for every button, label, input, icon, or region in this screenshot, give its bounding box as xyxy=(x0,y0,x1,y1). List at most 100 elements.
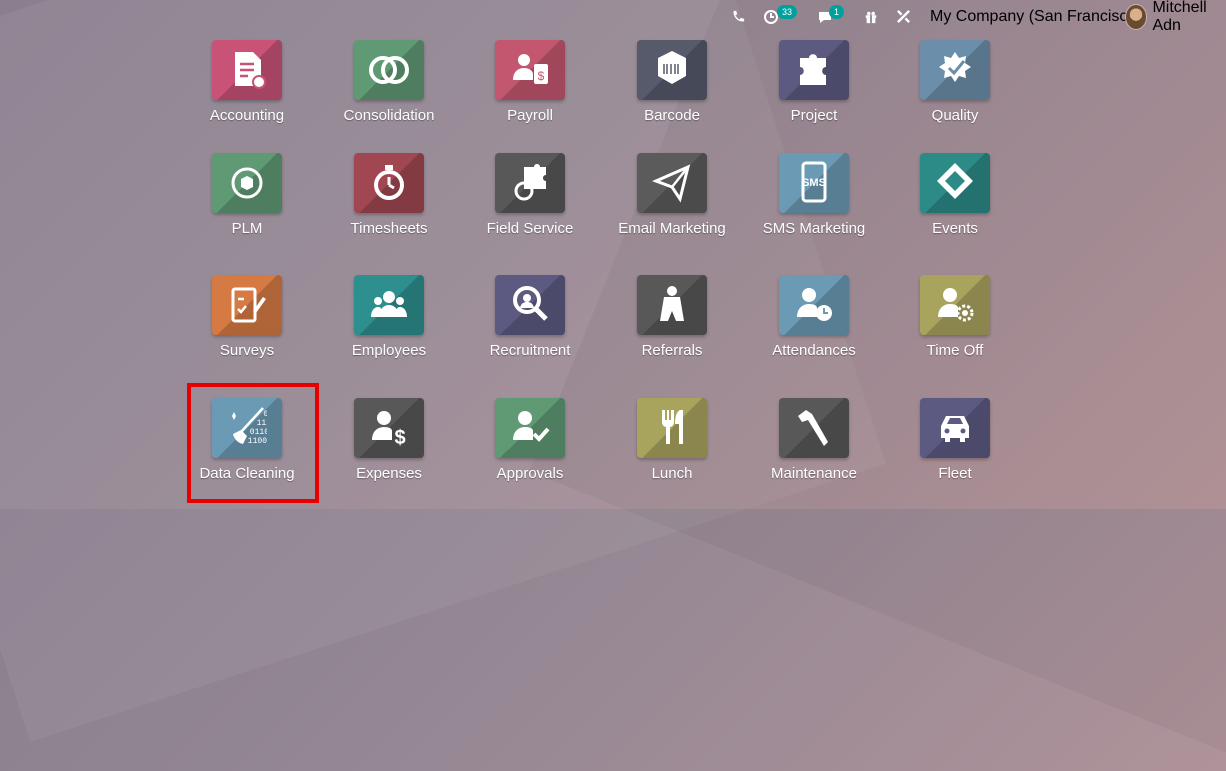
app-field-service[interactable]: Field Service xyxy=(455,153,605,263)
app-tile xyxy=(212,275,282,335)
app-tile: $ xyxy=(495,40,565,100)
phone-icon xyxy=(733,10,745,21)
app-label: Email Marketing xyxy=(618,220,726,237)
app-time-off[interactable]: Time Off xyxy=(880,275,1030,385)
app-tile xyxy=(920,275,990,335)
app-lunch[interactable]: Lunch xyxy=(597,398,747,508)
company-name: My Company (San Francisco) xyxy=(930,7,1142,25)
app-fleet[interactable]: Fleet xyxy=(880,398,1030,508)
app-label: Expenses xyxy=(356,465,422,482)
app-email-marketing[interactable]: Email Marketing xyxy=(597,153,747,263)
project-icon xyxy=(800,54,826,85)
app-label: Payroll xyxy=(507,107,553,124)
app-tile xyxy=(779,275,849,335)
activity-count-badge: 33 xyxy=(777,5,798,19)
app-tile xyxy=(354,275,424,335)
app-timesheets[interactable]: Timesheets xyxy=(314,153,464,263)
app-maintenance[interactable]: Maintenance xyxy=(739,398,889,508)
app-tile xyxy=(920,398,990,458)
app-payroll[interactable]: $ Payroll xyxy=(455,40,605,150)
user-menu[interactable]: Mitchell Adn xyxy=(1125,0,1226,34)
app-tile xyxy=(637,398,707,458)
svg-text:SMS: SMS xyxy=(802,177,826,189)
app-sms-marketing[interactable]: SMS SMS Marketing xyxy=(739,153,889,263)
maintenance-icon xyxy=(798,410,828,446)
app-tile xyxy=(495,153,565,213)
barcode-icon xyxy=(658,51,686,84)
activity-button[interactable]: 33 xyxy=(763,0,798,33)
avatar xyxy=(1125,3,1148,30)
surveys-icon xyxy=(231,287,266,323)
app-quality[interactable]: Quality xyxy=(880,40,1030,150)
app-label: Project xyxy=(790,107,838,124)
app-label: SMS Marketing xyxy=(762,220,866,237)
app-label: Events xyxy=(932,220,978,237)
gift-button[interactable] xyxy=(864,0,878,33)
app-consolidation[interactable]: Consolidation xyxy=(314,40,464,150)
app-label: Quality xyxy=(931,107,979,124)
app-label: PLM xyxy=(231,220,263,237)
app-expenses[interactable]: $ Expenses xyxy=(314,398,464,508)
phone-button[interactable] xyxy=(731,0,745,33)
app-tile xyxy=(779,398,849,458)
messages-button[interactable]: 1 xyxy=(817,0,845,33)
app-referrals[interactable]: Referrals xyxy=(597,275,747,385)
app-accounting[interactable]: Accounting xyxy=(172,40,322,150)
recruitment-icon xyxy=(513,286,548,321)
app-label: Employees xyxy=(351,342,427,359)
app-tile xyxy=(920,153,990,213)
app-label: Recruitment xyxy=(489,342,571,359)
app-tile xyxy=(779,40,849,100)
app-employees[interactable]: Employees xyxy=(314,275,464,385)
app-tile: SMS xyxy=(779,153,849,213)
timesheets-icon xyxy=(374,165,404,200)
app-tile xyxy=(212,153,282,213)
debug-tools-button[interactable] xyxy=(896,0,911,33)
approvals-icon xyxy=(513,411,550,442)
app-tile xyxy=(354,153,424,213)
app-label: Lunch xyxy=(651,465,693,482)
gift-icon xyxy=(865,11,877,23)
app-barcode[interactable]: Barcode xyxy=(597,40,747,150)
field-service-icon xyxy=(514,164,546,201)
app-label: Attendances xyxy=(772,342,856,359)
app-approvals[interactable]: Approvals xyxy=(455,398,605,508)
svg-text:$: $ xyxy=(394,427,405,449)
svg-text:$: $ xyxy=(538,69,545,83)
app-label: Surveys xyxy=(219,342,275,359)
app-label: Timesheets xyxy=(350,220,428,237)
app-tile xyxy=(637,275,707,335)
app-label: Time Off xyxy=(926,342,984,359)
app-label: Fleet xyxy=(938,465,972,482)
lunch-icon xyxy=(662,410,683,444)
app-tile xyxy=(495,275,565,335)
app-label: Barcode xyxy=(644,107,700,124)
company-switcher[interactable]: My Company (San Francisco) xyxy=(930,0,1142,33)
attendances-icon xyxy=(797,288,832,321)
app-recruitment[interactable]: Recruitment xyxy=(455,275,605,385)
app-label: Consolidation xyxy=(343,107,435,124)
plm-icon xyxy=(231,167,263,199)
app-tile xyxy=(637,40,707,100)
app-label: Referrals xyxy=(641,342,703,359)
app-tile xyxy=(920,40,990,100)
app-label: Field Service xyxy=(486,220,574,237)
app-tile: $ xyxy=(354,398,424,458)
app-label: Approvals xyxy=(496,465,564,482)
email-marketing-icon xyxy=(652,164,691,203)
time-off-icon xyxy=(938,288,974,322)
highlight-box xyxy=(187,383,319,503)
app-tile xyxy=(354,40,424,100)
tools-icon xyxy=(897,10,910,23)
app-tile xyxy=(495,398,565,458)
user-name: Mitchell Adn xyxy=(1152,0,1207,34)
app-project[interactable]: Project xyxy=(739,40,889,150)
app-tile xyxy=(212,40,282,100)
app-attendances[interactable]: Attendances xyxy=(739,275,889,385)
fleet-icon xyxy=(941,416,969,442)
app-label: Accounting xyxy=(209,107,285,124)
quality-icon xyxy=(939,52,971,82)
app-events[interactable]: Events xyxy=(880,153,1030,263)
app-surveys[interactable]: Surveys xyxy=(172,275,322,385)
app-plm[interactable]: PLM xyxy=(172,153,322,263)
